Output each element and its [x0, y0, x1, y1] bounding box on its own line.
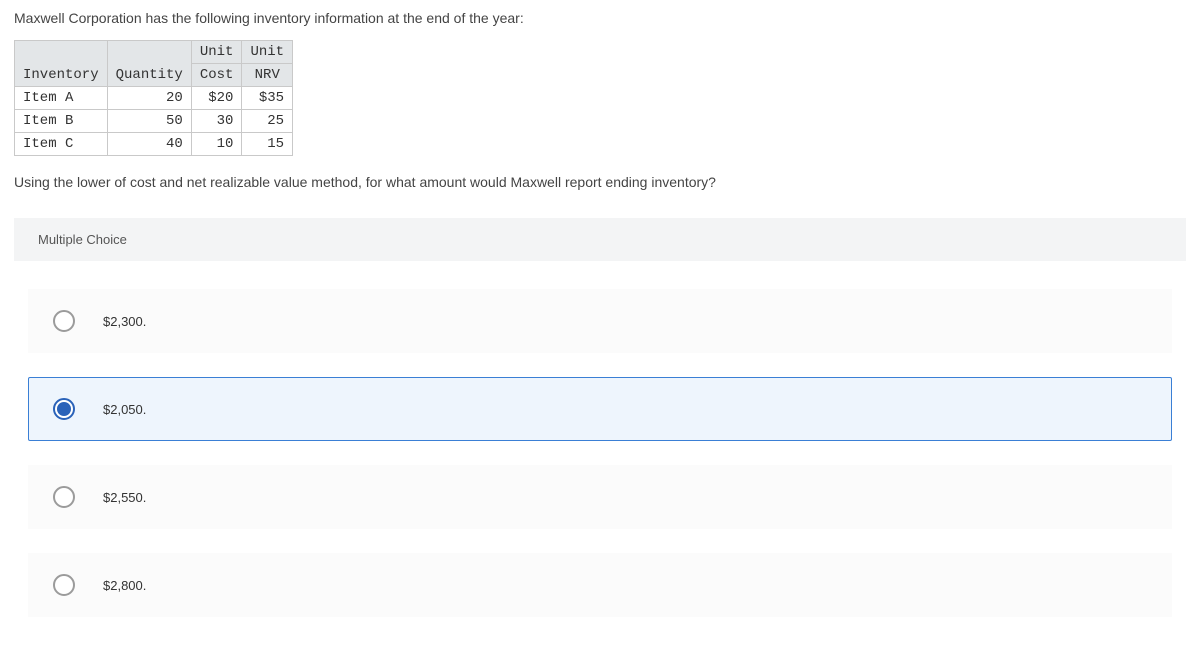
cell-nrv: 25: [242, 110, 293, 133]
table-row: Item C 40 10 15: [15, 133, 293, 156]
choice-option-3[interactable]: $2,550.: [28, 465, 1172, 529]
choice-option-4[interactable]: $2,800.: [28, 553, 1172, 617]
radio-icon: [53, 486, 75, 508]
cell-qty: 20: [107, 87, 191, 110]
cell-nrv: $35: [242, 87, 293, 110]
col-unit-nrv-bottom: NRV: [242, 64, 293, 87]
question-followup: Using the lower of cost and net realizab…: [14, 174, 1186, 190]
cell-name: Item C: [15, 133, 108, 156]
cell-qty: 50: [107, 110, 191, 133]
choice-label: $2,550.: [103, 490, 146, 505]
question-intro: Maxwell Corporation has the following in…: [14, 10, 1186, 26]
choice-option-2[interactable]: $2,050.: [28, 377, 1172, 441]
col-unit-nrv-top: Unit: [242, 41, 293, 64]
radio-icon: [53, 574, 75, 596]
cell-cost: 10: [191, 133, 242, 156]
cell-cost: 30: [191, 110, 242, 133]
cell-cost: $20: [191, 87, 242, 110]
table-row: Item A 20 $20 $35: [15, 87, 293, 110]
choice-label: $2,800.: [103, 578, 146, 593]
radio-icon: [53, 398, 75, 420]
col-quantity: Quantity: [107, 41, 191, 87]
table-row: Item B 50 30 25: [15, 110, 293, 133]
col-inventory: Inventory: [15, 41, 108, 87]
multiple-choice-label: Multiple Choice: [14, 218, 1186, 261]
col-unit-cost-bottom: Cost: [191, 64, 242, 87]
choice-label: $2,300.: [103, 314, 146, 329]
choice-label: $2,050.: [103, 402, 146, 417]
choice-option-1[interactable]: $2,300.: [28, 289, 1172, 353]
cell-qty: 40: [107, 133, 191, 156]
inventory-table: Inventory Quantity Unit Unit Cost NRV It…: [14, 40, 293, 156]
cell-name: Item A: [15, 87, 108, 110]
radio-icon: [53, 310, 75, 332]
cell-name: Item B: [15, 110, 108, 133]
cell-nrv: 15: [242, 133, 293, 156]
col-unit-cost-top: Unit: [191, 41, 242, 64]
